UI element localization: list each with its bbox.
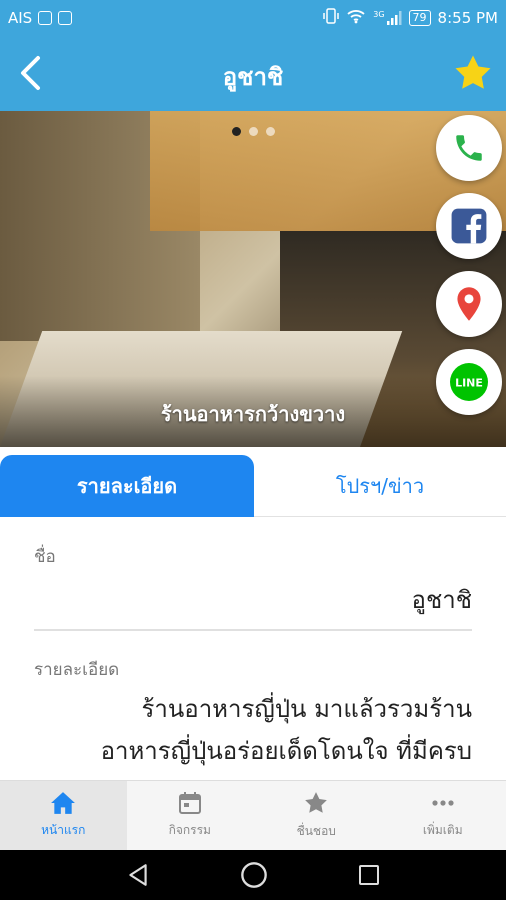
back-triangle-icon[interactable] <box>125 862 151 888</box>
status-bar: AIS 3G 79 8:55 PM <box>0 0 506 35</box>
more-icon <box>432 800 454 806</box>
signal-icon: 3G <box>373 9 402 26</box>
network-type: 3G <box>373 9 385 19</box>
carousel-dot[interactable] <box>232 127 241 136</box>
system-navigation-bar <box>0 850 506 900</box>
divider <box>34 629 472 631</box>
home-icon <box>51 792 76 814</box>
carousel-dot[interactable] <box>266 127 275 136</box>
clock: 8:55 PM <box>437 8 498 27</box>
nav-home[interactable]: หน้าแรก <box>0 781 127 850</box>
line-icon: LINE <box>450 363 488 401</box>
vibrate-icon <box>323 7 339 28</box>
recents-square-icon[interactable] <box>357 863 381 887</box>
hero-caption: ร้านอาหารกว้างขวาง <box>160 402 346 426</box>
page-title: อูชาชิ <box>222 63 284 91</box>
calendar-icon <box>178 792 201 814</box>
nav-home-label: หน้าแรก <box>41 823 86 837</box>
image-notification-icon <box>58 10 73 25</box>
description-text: ร้านอาหารญี่ปุ่น มาแล้วรวมร้าน อาหารญี่ป… <box>34 688 472 772</box>
tab-bar: รายละเอียด โปรฯ/ข่าว <box>0 447 506 517</box>
carousel-dot[interactable] <box>249 127 258 136</box>
map-pin-icon <box>457 287 481 321</box>
map-button[interactable] <box>436 271 502 337</box>
home-circle-icon[interactable] <box>240 861 268 889</box>
nav-activities-label: กิจกรรม <box>168 823 211 837</box>
star-icon <box>455 55 491 89</box>
tab-promotions[interactable]: โปรฯ/ข่าว <box>254 455 506 517</box>
wifi-icon <box>346 8 366 28</box>
line-icon-label: LINE <box>455 377 483 390</box>
star-icon <box>305 792 328 813</box>
nav-activities[interactable]: กิจกรรม <box>127 781 254 850</box>
bottom-navigation: หน้าแรก กิจกรรม ชื่นชอบ เพิ่มเติม <box>0 780 506 850</box>
carrier-label: AIS <box>8 8 33 27</box>
nav-favorites-label: ชื่นชอบ <box>296 824 336 838</box>
nav-more[interactable]: เพิ่มเติม <box>380 781 506 850</box>
line-button[interactable]: LINE <box>436 349 502 415</box>
tab-details[interactable]: รายละเอียด <box>0 455 254 517</box>
nav-more-label: เพิ่มเติม <box>422 823 463 837</box>
favorite-button[interactable] <box>450 50 496 96</box>
facebook-button[interactable] <box>436 193 502 259</box>
description-label: รายละเอียด <box>34 660 120 680</box>
notification-icon <box>38 10 53 25</box>
nav-favorites[interactable]: ชื่นชอบ <box>253 781 380 850</box>
carousel-indicator <box>232 127 275 136</box>
call-button[interactable] <box>436 115 502 181</box>
battery-icon: 79 <box>408 9 431 26</box>
app-bar: อูชาชิ <box>0 35 506 111</box>
facebook-icon <box>451 208 487 244</box>
details-panel[interactable]: ชื่อ อูชาชิ รายละเอียด ร้านอาหารญี่ปุ่น … <box>0 518 506 780</box>
hero-image-carousel[interactable]: ร้านอาหารกว้างขวาง <box>0 111 506 447</box>
name-value: อูชาชิ <box>411 586 472 614</box>
description-line: อาหารญี่ปุ่นอร่อยเด็ดโดนใจ ที่มีครบ <box>100 737 472 765</box>
name-label: ชื่อ <box>34 547 56 567</box>
phone-icon <box>456 135 482 161</box>
description-line: ร้านอาหารญี่ปุ่น มาแล้วรวมร้าน <box>141 695 472 723</box>
